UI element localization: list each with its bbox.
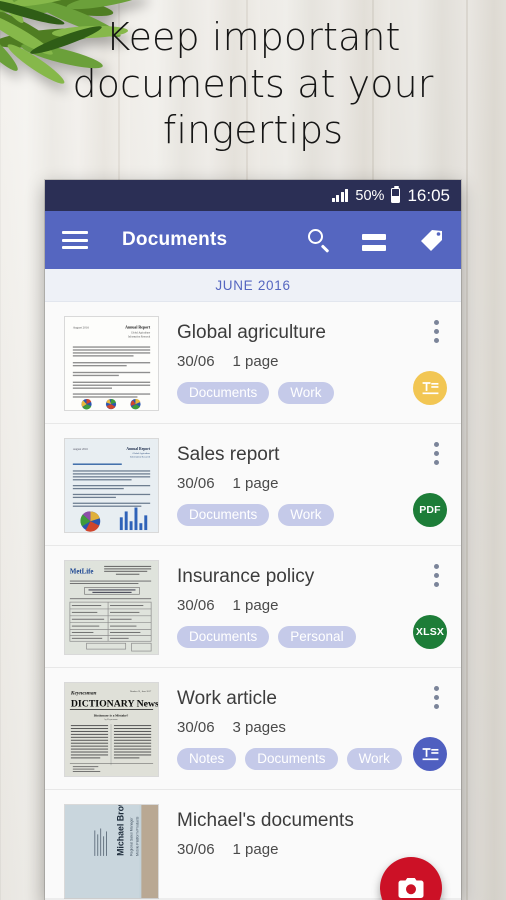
list-item[interactable]: August 2016 Annual Report Global Agricul… xyxy=(45,424,461,546)
svg-text:MetLife: MetLife xyxy=(70,569,94,576)
status-badge: PDF xyxy=(413,493,447,527)
document-date: 30/06 xyxy=(177,718,215,736)
document-thumbnail: August 2016 Annual Report Global Agricul… xyxy=(64,316,159,411)
svg-text:Information Research: Information Research xyxy=(128,336,151,339)
svg-text:August 2016: August 2016 xyxy=(73,326,89,330)
list-item[interactable]: Keynesman Number 31, June 2017 DICTIONAR… xyxy=(45,668,461,790)
phone-screenshot: 50% 16:05 Documents JUNE 2016 August 201… xyxy=(45,180,461,900)
tag-chip[interactable]: Work xyxy=(278,381,334,405)
clock-label: 16:05 xyxy=(407,185,450,205)
svg-text:Annual Report: Annual Report xyxy=(126,447,151,451)
app-bar: Documents xyxy=(45,211,461,269)
view-mode-icon[interactable] xyxy=(362,227,388,253)
overflow-menu-icon[interactable] xyxy=(434,564,439,587)
camera-icon xyxy=(398,878,424,898)
document-title: Work article xyxy=(177,688,277,709)
tag-chip[interactable]: Documents xyxy=(177,625,270,649)
svg-text:August 2016: August 2016 xyxy=(73,447,89,451)
tag-chip[interactable]: Personal xyxy=(278,625,356,649)
month-header: JUNE 2016 xyxy=(45,269,461,302)
document-title: Sales report xyxy=(177,444,280,465)
overflow-menu-icon[interactable] xyxy=(434,686,439,709)
status-badge xyxy=(413,737,447,771)
tag-chip[interactable]: Documents xyxy=(177,503,270,527)
document-thumbnail: Michael Brown Regional Sales Manager Mob… xyxy=(64,804,159,899)
document-thumbnail: August 2016 Annual Report Global Agricul… xyxy=(64,438,159,533)
tag-chip[interactable]: Documents xyxy=(177,381,270,405)
document-date: 30/06 xyxy=(177,474,215,492)
svg-text:Information Research: Information Research xyxy=(130,456,151,459)
tag-chip[interactable]: Documents xyxy=(245,747,338,771)
document-pages: 1 page xyxy=(232,474,279,492)
document-title: Michael's documents xyxy=(177,810,354,831)
document-pages: 3 pages xyxy=(232,718,286,736)
tag-icon[interactable] xyxy=(418,227,444,253)
overflow-menu-icon[interactable] xyxy=(434,320,439,343)
svg-text:Annual Report: Annual Report xyxy=(125,326,151,330)
svg-text:Regional Sales Manager: Regional Sales Manager xyxy=(130,817,134,856)
promo-heading: Keep important documents at your fingert… xyxy=(0,14,506,154)
tag-chip[interactable]: Work xyxy=(278,503,334,527)
list-item[interactable]: August 2016 Annual Report Global Agricul… xyxy=(45,302,461,424)
svg-text:Keynesman: Keynesman xyxy=(70,691,97,697)
svg-text:Number 31, June 2017: Number 31, June 2017 xyxy=(130,690,152,693)
document-thumbnail: Keynesman Number 31, June 2017 DICTIONAR… xyxy=(64,682,159,777)
battery-icon xyxy=(391,185,401,203)
svg-text:Global Agriculture: Global Agriculture xyxy=(131,332,151,335)
svg-text:by Keynesman: by Keynesman xyxy=(105,719,119,721)
svg-text:Dictionary is a Mistake?: Dictionary is a Mistake? xyxy=(94,713,129,717)
tag-chips: Documents Personal xyxy=(177,625,407,649)
document-date: 30/06 xyxy=(177,596,215,614)
document-title: Global agriculture xyxy=(177,322,326,343)
battery-percent-label: 50% xyxy=(355,187,385,204)
tag-chips: Documents Work xyxy=(177,503,407,527)
list-item[interactable]: MetLife Insurance policy 30/06 1 page Do… xyxy=(45,546,461,668)
tag-chip[interactable]: Notes xyxy=(177,747,237,771)
document-list[interactable]: August 2016 Annual Report Global Agricul… xyxy=(45,302,461,900)
document-thumbnail: MetLife xyxy=(64,560,159,655)
tag-chip[interactable]: Work xyxy=(346,747,402,771)
status-bar: 50% 16:05 xyxy=(45,180,461,211)
tag-chips: Notes Documents Work xyxy=(177,747,407,771)
status-badge: XLSX xyxy=(413,615,447,649)
signal-bars-icon xyxy=(331,189,349,202)
overflow-menu-icon[interactable] xyxy=(434,442,439,465)
promo-heading-line-2: documents at your xyxy=(72,61,434,106)
document-pages: 1 page xyxy=(232,596,279,614)
svg-text:DICTIONARY News: DICTIONARY News xyxy=(71,698,158,709)
hamburger-menu-icon[interactable] xyxy=(62,231,88,249)
status-badge xyxy=(413,371,447,405)
app-bar-actions xyxy=(306,227,444,253)
svg-text:Michael Brown: Michael Brown xyxy=(116,805,126,856)
app-title: Documents xyxy=(122,229,228,250)
document-title: Insurance policy xyxy=(177,566,315,587)
promo-heading-line-3: fingertips xyxy=(162,108,344,153)
document-pages: 1 page xyxy=(232,352,279,370)
svg-text:Mobile Platform Products: Mobile Platform Products xyxy=(135,816,139,856)
document-date: 30/06 xyxy=(177,352,215,370)
search-icon[interactable] xyxy=(306,227,332,253)
tag-chips: Documents Work xyxy=(177,381,407,405)
promo-heading-line-1: Keep important xyxy=(105,15,401,59)
document-date: 30/06 xyxy=(177,840,215,858)
document-pages: 1 page xyxy=(232,840,279,858)
